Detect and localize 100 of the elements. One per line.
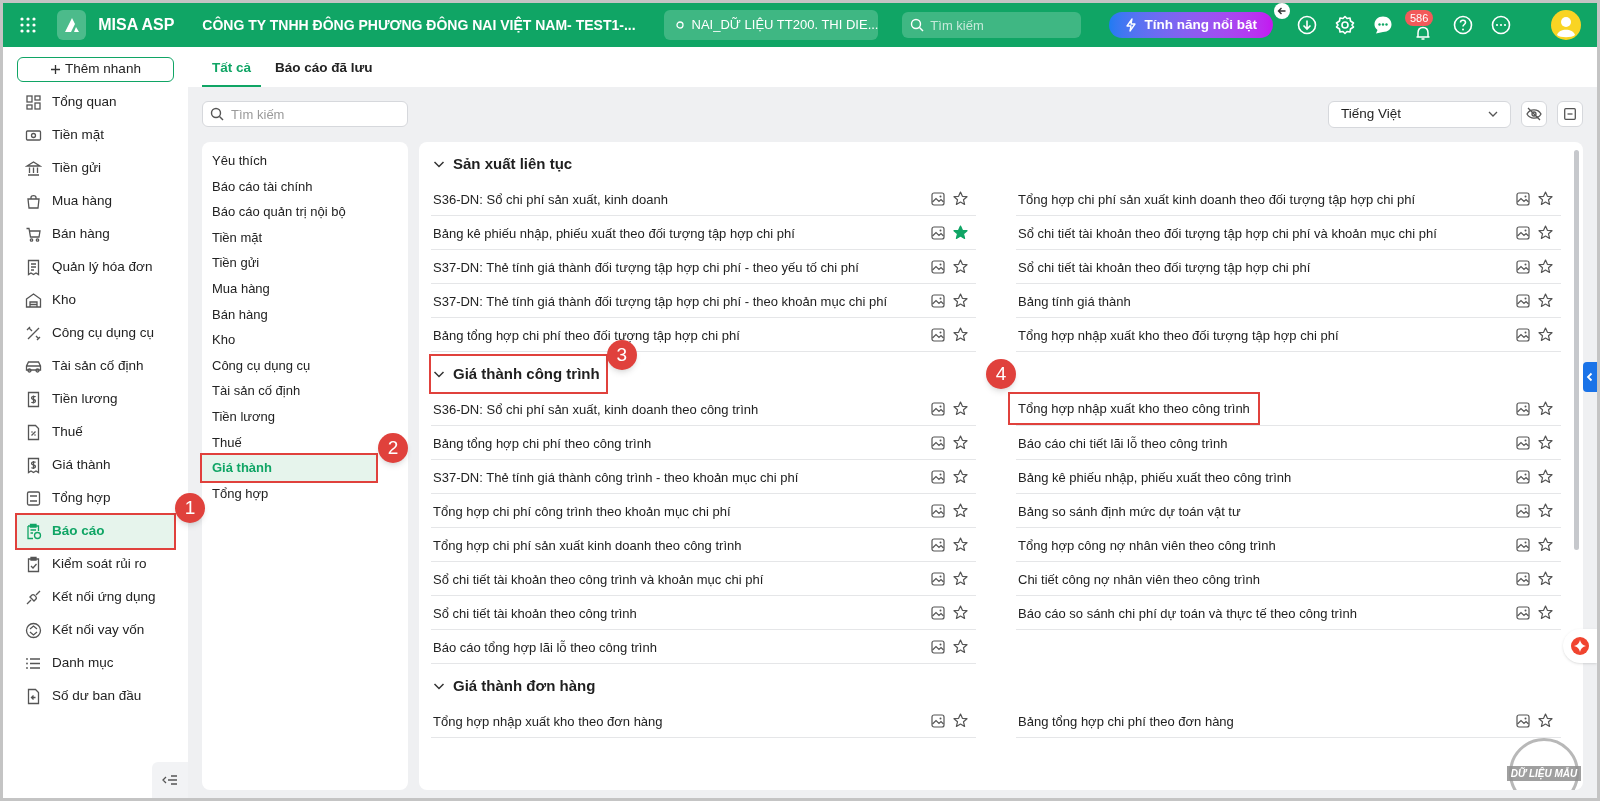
sidebar-item[interactable]: Kết nối ứng dụng [17, 581, 164, 614]
star-icon[interactable] [953, 435, 968, 450]
report-link[interactable]: Bảng tổng hợp chi phí theo công trình [433, 435, 652, 451]
app-grid-icon[interactable] [19, 16, 37, 34]
side-panel-tab[interactable] [1583, 362, 1597, 392]
star-icon[interactable] [1538, 435, 1553, 450]
report-link[interactable]: Bảng so sánh định mức dự toán vật tư [1018, 503, 1241, 519]
image-icon[interactable] [931, 537, 945, 552]
star-icon[interactable] [953, 469, 968, 484]
report-link[interactable]: Sổ chi tiết tài khoản theo đối tượng tập hợp chi phí [1018, 259, 1311, 275]
report-link[interactable]: Tổng hợp công nợ nhân viên theo công trình [1018, 537, 1276, 553]
image-icon[interactable] [1516, 435, 1530, 450]
star-icon[interactable] [1538, 605, 1553, 620]
star-icon[interactable] [1538, 401, 1553, 416]
report-link[interactable]: Bảng kê phiếu nhập, phiếu xuất theo công trình [1018, 469, 1292, 485]
sidebar-item[interactable]: Kết nối vay vốn [17, 614, 153, 647]
star-icon[interactable] [953, 259, 968, 274]
image-icon[interactable] [1516, 503, 1530, 518]
settings-icon[interactable] [1335, 15, 1355, 35]
sidebar-item[interactable]: Tiền lương [17, 383, 126, 416]
category-item[interactable]: Thuế [202, 429, 252, 456]
report-link[interactable]: S36-DN: Sổ chi phí sản xuất, kinh doanh theo công trình [433, 401, 759, 417]
image-icon[interactable] [1516, 537, 1530, 552]
star-icon[interactable] [1538, 225, 1553, 240]
more-icon[interactable] [1491, 15, 1511, 35]
image-icon[interactable] [1516, 713, 1530, 728]
star-icon[interactable] [953, 571, 968, 586]
star-icon[interactable] [953, 605, 968, 620]
star-icon[interactable] [1538, 191, 1553, 206]
sidebar-item[interactable]: Tiền gửi [17, 152, 110, 185]
quick-add-button[interactable]: Thêm nhanh [17, 57, 174, 82]
hide-button[interactable] [1521, 101, 1547, 127]
image-icon[interactable] [1516, 225, 1530, 240]
assistant-button[interactable] [1563, 629, 1597, 663]
star-icon[interactable] [953, 327, 968, 342]
report-link[interactable]: Bảng tính giá thành [1018, 293, 1131, 309]
image-icon[interactable] [931, 259, 945, 274]
sidebar-item[interactable]: Tổng hợp [17, 482, 119, 515]
image-icon[interactable] [931, 503, 945, 518]
image-icon[interactable] [1516, 469, 1530, 484]
report-link[interactable]: Báo cáo so sánh chi phí dự toán và thực tế theo công trình [1018, 605, 1357, 621]
image-icon[interactable] [1516, 191, 1530, 206]
star-icon[interactable] [953, 401, 968, 416]
star-icon[interactable] [1538, 571, 1553, 586]
sidebar-item[interactable]: Giá thành [17, 449, 119, 482]
category-item[interactable]: Tiền mặt [202, 224, 273, 251]
image-icon[interactable] [931, 225, 945, 240]
star-icon[interactable] [953, 191, 968, 206]
sidebar-item[interactable]: Tiền mặt [17, 119, 113, 152]
report-link[interactable]: Sổ chi tiết tài khoản theo công trình và khoản mục chi phí [433, 571, 764, 587]
report-link[interactable]: S36-DN: Sổ chi phí sản xuất, kinh doanh [433, 191, 668, 207]
image-icon[interactable] [1516, 605, 1530, 620]
report-link[interactable]: Tổng hợp chi phí sản xuất kinh doanh theo công trình [433, 537, 742, 553]
star-icon[interactable] [1538, 503, 1553, 518]
report-link[interactable]: Chi tiết công nợ nhân viên theo công trình [1018, 571, 1260, 587]
image-icon[interactable] [1516, 293, 1530, 308]
download-icon[interactable] [1297, 15, 1317, 35]
image-icon[interactable] [931, 191, 945, 206]
report-link[interactable]: Tổng hợp chi phí công trình theo khoản mục chi phí [433, 503, 731, 519]
report-search-field[interactable]: Tìm kiếm [202, 101, 408, 127]
section-header[interactable]: Giá thành đơn hàng [431, 668, 602, 704]
report-link[interactable]: Sổ chi tiết tài khoản theo công trình [433, 605, 637, 621]
report-link[interactable]: Bảng kê phiếu nhập, phiếu xuất theo đối tượng tập hợp chi phí [433, 225, 795, 241]
sidebar-item[interactable]: Mua hàng [17, 185, 121, 218]
image-icon[interactable] [931, 713, 945, 728]
avatar-icon[interactable] [1551, 10, 1581, 40]
star-icon[interactable] [1538, 713, 1553, 728]
report-link[interactable]: Sổ chi tiết tài khoản theo đối tượng tập hợp chi phí và khoản mục chi phí [1018, 225, 1437, 241]
report-link[interactable]: Báo cáo tổng hợp lãi lỗ theo công trình [433, 639, 657, 655]
tab[interactable]: Báo cáo đã lưu [265, 51, 383, 87]
image-icon[interactable] [931, 327, 945, 342]
section-header[interactable]: Sản xuất liên tục [431, 146, 579, 182]
image-icon[interactable] [931, 639, 945, 654]
category-item[interactable]: Tổng hợp [202, 480, 279, 507]
category-item[interactable]: Công cụ dụng cụ [202, 352, 321, 379]
star-icon[interactable] [1538, 537, 1553, 552]
star-icon[interactable] [1538, 469, 1553, 484]
sidebar-item[interactable]: Kho [17, 284, 85, 317]
star-icon[interactable] [1538, 293, 1553, 308]
report-link[interactable]: Tổng hợp nhập xuất kho theo đơn hàng [433, 713, 663, 729]
category-item[interactable]: Yêu thích [202, 148, 277, 174]
category-item[interactable]: Tiền lương [202, 403, 285, 430]
image-icon[interactable] [931, 435, 945, 450]
featured-button[interactable]: Tính năng nổi bật [1108, 12, 1273, 38]
image-icon[interactable] [931, 401, 945, 416]
sidebar-item[interactable]: Kiểm soát rủi ro [17, 548, 155, 581]
category-item[interactable]: Kho [202, 327, 246, 353]
report-link[interactable]: S37-DN: Thẻ tính giá thành đối tượng tập hợp chi phí - theo yếu tố chi phí [433, 259, 859, 275]
sidebar-item[interactable]: Công cụ dụng cụ [17, 317, 163, 350]
report-link[interactable]: Tổng hợp nhập xuất kho theo đối tượng tập hợp chi phí [1018, 327, 1339, 343]
image-icon[interactable] [931, 571, 945, 586]
category-item[interactable]: Tài sản cố định [202, 378, 311, 404]
category-item[interactable]: Tiền gửi [202, 250, 270, 276]
report-link[interactable]: Tổng hợp chi phí sản xuất kinh doanh theo đối tượng tập hợp chi phí [1018, 191, 1416, 207]
report-link[interactable]: Tổng hợp nhập xuất kho theo công trình [1008, 391, 1260, 426]
star-icon[interactable] [1538, 327, 1553, 342]
category-item[interactable]: Mua hàng [202, 275, 280, 302]
chat-icon[interactable] [1373, 15, 1393, 35]
image-icon[interactable] [1516, 327, 1530, 342]
category-item[interactable]: Bán hàng [202, 301, 278, 328]
